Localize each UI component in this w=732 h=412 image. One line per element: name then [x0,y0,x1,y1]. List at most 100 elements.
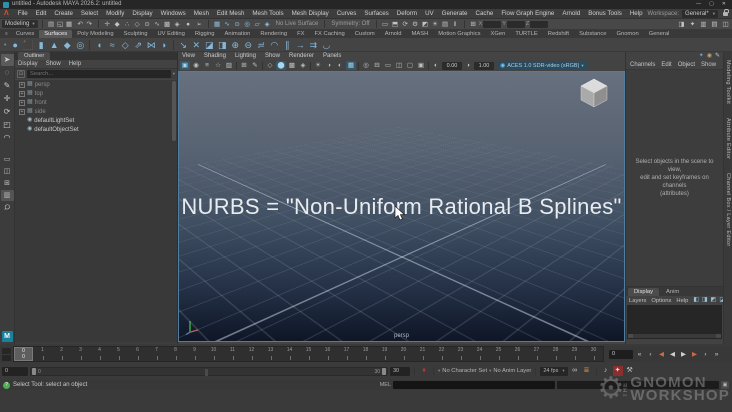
boundary-icon[interactable]: ◗ [158,39,170,51]
color-wheel-icon[interactable]: ◉ [707,52,712,61]
bookmarks-icon[interactable]: ☆ [213,61,223,70]
hypershade-icon[interactable]: ◩ [421,20,430,29]
menu-item[interactable]: Generate [438,9,472,19]
shadows-icon[interactable]: ◑ [324,61,334,70]
menu-item[interactable]: Mesh [190,9,213,19]
timeline-tick[interactable]: 24 [470,347,489,361]
shelf-popup-icon[interactable]: ▾ [2,42,8,48]
surface-fillet-icon[interactable]: ◡ [320,39,332,51]
set-key-icon[interactable]: ♦ [419,365,429,377]
shelf-tab[interactable]: Arnold [380,30,407,38]
gate-mask-icon[interactable]: ◫ [394,61,404,70]
viewport-canvas[interactable]: NURBS = "Non-Uniform Rational B Splines"… [178,71,625,342]
live-surface-label[interactable]: No Live Surface [274,21,321,27]
shelf-tab[interactable]: MASH [407,30,434,38]
channel-box-menu-item[interactable]: Channels [630,62,655,68]
menu-item[interactable]: Edit [32,9,51,19]
viewport-menu-item[interactable]: Show [265,53,280,59]
timeline-tick[interactable]: 10 [204,347,223,361]
sidebar-tab[interactable]: Channel Box / Layer Editor [725,173,731,247]
go-to-end-button[interactable]: » [711,349,722,360]
shelf-tab[interactable]: FX Caching [309,30,349,38]
new-scene-icon[interactable]: ▤ [47,20,56,29]
shelf-tab[interactable]: Sculpting [119,30,153,38]
layer-editor-menu-item[interactable]: Layers [629,298,646,304]
gamma-icon[interactable]: ◑ [463,61,473,70]
timeline-tick[interactable]: 15 [299,347,318,361]
mute-icon[interactable]: ♪ [601,366,611,376]
viewport-menu-item[interactable]: Shading [204,53,226,59]
select-curves-icon[interactable]: ∿ [153,20,162,29]
curve-tool-icon[interactable]: ◠ [1,132,14,144]
menu-item[interactable]: UV [421,9,438,19]
workspace-dropdown[interactable]: General* ▾ [682,9,718,18]
timeline-tick[interactable]: 9 [185,347,204,361]
expand-icon[interactable]: + [19,99,25,106]
playback-end-field[interactable]: 30 [390,366,410,376]
z-field[interactable] [530,20,549,28]
shelf-tab[interactable]: Redshift [543,30,574,38]
layer-list[interactable] [627,305,722,339]
untrim-icon[interactable]: ◨ [216,39,228,51]
nurbs-cube-icon[interactable]: ⬛ [22,39,34,51]
shelf-tab[interactable]: Animation [220,30,256,38]
shelf-tab[interactable]: Motion Graphics [433,30,485,38]
menu-item[interactable]: Surfaces [360,9,392,19]
select-object-icon[interactable]: ◆ [113,20,122,29]
sidebar-tab[interactable]: Attribute Editor [725,118,731,159]
shelf-tab[interactable]: Gnomon [611,30,643,38]
ipr-render-icon[interactable]: ⟳ [401,20,410,29]
symmetry-dropdown[interactable]: Symmetry: Off [329,21,371,27]
input-line-icon[interactable]: ⊞ [469,20,478,29]
render-setup-icon[interactable]: ▤ [441,20,450,29]
minimize-button[interactable]: — [696,0,701,9]
outliner-search-input[interactable] [27,70,171,78]
toggle-modeling-toolkit-icon[interactable]: ◨ [677,20,686,29]
select-joints-icon[interactable]: ⊙ [143,20,152,29]
single-pane-layout-button[interactable]: ▭ [1,154,14,165]
render-current-frame-icon[interactable]: ⬒ [391,20,400,29]
menu-item[interactable]: File [14,9,32,19]
play-forwards-button[interactable]: ▶ [678,349,689,360]
viewport-menu-item[interactable]: Panels [323,53,341,59]
highlight-selection-icon[interactable]: ➢ [195,20,204,29]
loft-icon[interactable]: ≈ [106,39,118,51]
step-forward-frame-button[interactable]: › [700,349,711,360]
range-end-handle[interactable] [382,367,386,375]
grease-pencil-icon[interactable]: ✎ [250,61,260,70]
anim-layer-dropdown[interactable]: ▾ No Anim Layer [489,368,531,374]
shelf-menu-icon[interactable]: ≡ [2,30,11,38]
timeline-tick[interactable]: 23 [451,347,470,361]
layer-editor-menu-item[interactable]: Options [651,298,671,304]
outliner-item-defaultobjectset[interactable]: + ◉ defaultObjectSet [15,125,177,134]
image-plane-icon[interactable]: ▨ [224,61,234,70]
multisample-aa-icon[interactable]: ▦ [346,61,356,70]
timeline-tick[interactable]: 21 [413,347,432,361]
lasso-tool-icon[interactable]: ◌ [1,67,14,79]
workspace-lock-icon[interactable] [723,8,729,16]
shelf-tab[interactable]: Poly Modeling [72,30,118,38]
viewport-menu-item[interactable]: Lighting [235,53,256,59]
viewport-menu-item[interactable]: Renderer [289,53,314,59]
layer-editor-tab[interactable]: Anim [660,288,685,296]
menu-item[interactable]: Bonus Tools [584,9,626,19]
exposure-icon[interactable]: ◐ [431,61,441,70]
revolve-icon[interactable]: ◖ [93,39,105,51]
menu-item[interactable]: Display [128,9,156,19]
script-editor-icon[interactable]: ▣ [721,381,729,389]
shelf-tab[interactable]: Custom [350,30,380,38]
shelf-tab[interactable]: Rigging [190,30,220,38]
timeline-tick[interactable]: 6 [128,347,147,361]
mel-output-field[interactable] [557,381,719,389]
expand-icon[interactable]: + [19,81,25,88]
shelf-tab[interactable]: XGen [486,30,511,38]
lock-selection-icon[interactable]: ● [184,20,193,29]
nurbs-cone-icon[interactable]: ▲ [48,39,60,51]
snap-to-projected-center-icon[interactable]: ◎ [243,20,252,29]
nurbs-cylinder-icon[interactable]: ▮ [35,39,47,51]
trim-tool-icon[interactable]: ◪ [203,39,215,51]
layer-list-scrollbar[interactable] [628,334,721,338]
timeline-tick[interactable]: 13 [261,347,280,361]
sidebar-tab[interactable]: Modeling Toolkit [725,60,731,104]
shelf-tab[interactable]: FX [292,30,309,38]
